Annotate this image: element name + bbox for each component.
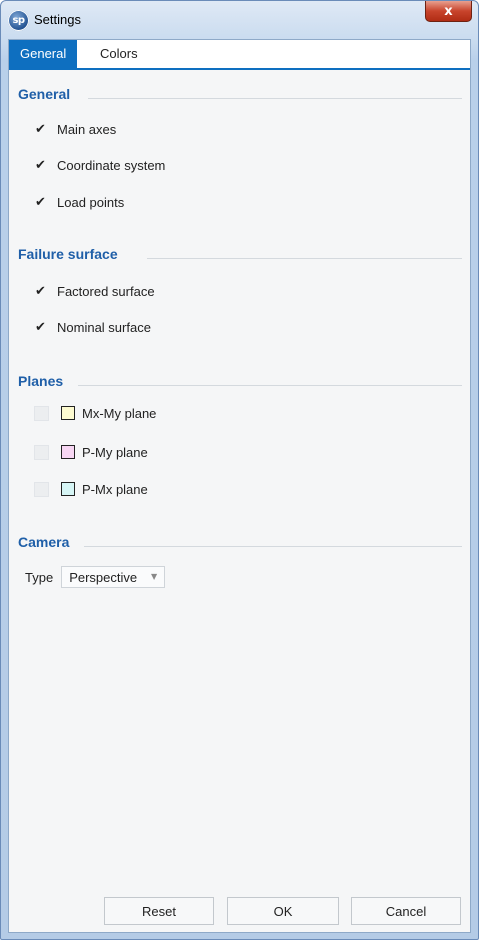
section-divider (147, 258, 462, 259)
check-icon: ✔ (35, 283, 46, 299)
camera-type-dropdown[interactable]: Perspective ▼ (61, 566, 166, 588)
reset-button[interactable]: Reset (104, 897, 214, 925)
checkbox-box (34, 481, 49, 497)
check-icon: ✔ (35, 319, 46, 335)
settings-window: sp Settings x General Colors General ✔ M… (0, 0, 479, 940)
settings-panel: General Colors General ✔ Main axes ✔ Coo… (8, 39, 471, 933)
tab-general[interactable]: General (9, 40, 78, 68)
checkbox-box (34, 405, 49, 421)
section-title-planes: Planes (18, 373, 64, 389)
checkbox-label: Coordinate system (57, 157, 166, 173)
checkbox-box (34, 444, 49, 460)
checkbox-label: Factored surface (57, 283, 155, 299)
check-icon: ✔ (35, 194, 46, 210)
main-axes-checkbox[interactable]: ✔ Main axes (34, 120, 116, 138)
checkbox-label: Mx-My plane (82, 405, 157, 421)
tab-strip: General Colors (9, 40, 470, 70)
check-icon: ✔ (35, 121, 46, 137)
checkbox-label: P-My plane (82, 444, 148, 460)
load-points-checkbox[interactable]: ✔ Load points (34, 193, 124, 211)
section-divider (78, 385, 462, 386)
checkbox-label: Main axes (57, 121, 117, 137)
section-divider (88, 98, 462, 99)
color-swatch (61, 406, 75, 420)
chevron-down-icon: ▼ (151, 572, 158, 581)
mx-my-plane-checkbox[interactable]: Mx-My plane (34, 404, 156, 422)
nominal-surface-checkbox[interactable]: ✔ Nominal surface (34, 318, 151, 336)
checkbox-label: P-Mx plane (82, 481, 148, 497)
section-title-failure-surface: Failure surface (18, 246, 118, 262)
app-logo-icon: sp (8, 10, 29, 31)
section-title-general: General (18, 86, 71, 102)
ok-button[interactable]: OK (227, 897, 339, 925)
camera-type-row: Type Perspective ▼ (25, 566, 166, 588)
title-bar[interactable]: sp Settings x (1, 1, 478, 39)
factored-surface-checkbox[interactable]: ✔ Factored surface (34, 282, 155, 300)
check-icon: ✔ (35, 157, 46, 173)
color-swatch (61, 445, 75, 459)
section-title-camera: Camera (18, 534, 70, 550)
camera-type-label: Type (25, 569, 54, 585)
section-divider (84, 546, 462, 547)
p-my-plane-checkbox[interactable]: P-My plane (34, 443, 148, 461)
window-title: Settings (34, 12, 81, 27)
tab-colors[interactable]: Colors (89, 40, 149, 68)
close-icon: x (444, 3, 453, 19)
p-mx-plane-checkbox[interactable]: P-Mx plane (34, 480, 148, 498)
checkbox-label: Nominal surface (57, 319, 151, 335)
close-button[interactable]: x (425, 1, 472, 22)
checkbox-label: Load points (57, 194, 125, 210)
cancel-button[interactable]: Cancel (351, 897, 461, 925)
camera-type-value: Perspective (69, 569, 138, 585)
coordinate-system-checkbox[interactable]: ✔ Coordinate system (34, 156, 165, 174)
color-swatch (61, 482, 75, 496)
